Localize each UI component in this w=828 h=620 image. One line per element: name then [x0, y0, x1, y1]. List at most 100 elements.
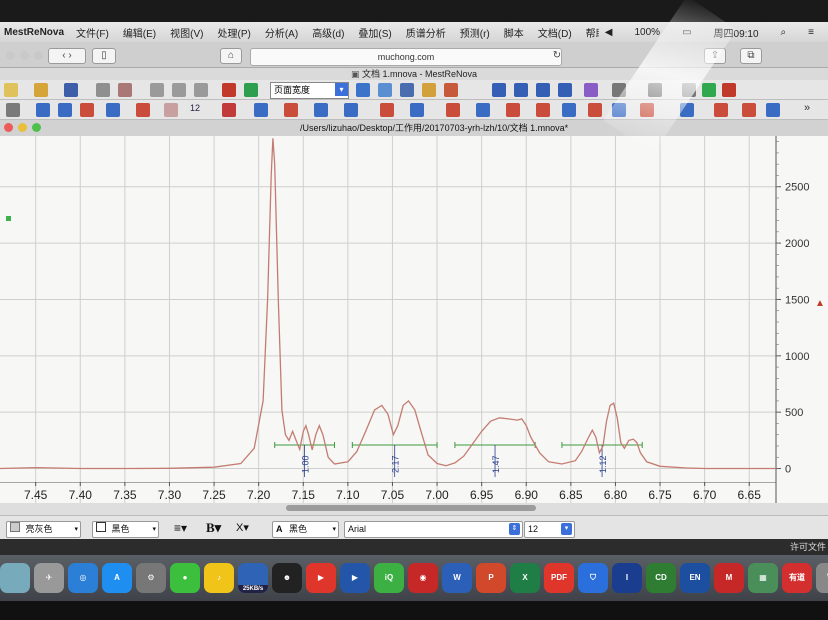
tabs-icon[interactable]: ⧉ — [740, 48, 762, 64]
eraser-icon[interactable] — [80, 103, 94, 117]
align-icon[interactable]: ≡▾ — [174, 521, 187, 535]
launchpad-icon[interactable]: ✈ — [34, 563, 64, 593]
nav-icon[interactable] — [766, 103, 780, 117]
menu-analysis[interactable]: 分析(A) — [265, 25, 298, 40]
finder-icon[interactable] — [0, 563, 30, 593]
cursor-icon[interactable] — [444, 83, 458, 97]
export-icon[interactable] — [118, 83, 132, 97]
number-label[interactable]: 12 — [190, 103, 200, 113]
assignment-icon[interactable] — [536, 103, 550, 117]
address-bar[interactable]: muchong.com — [250, 48, 562, 66]
endnote-icon[interactable]: EN — [680, 563, 710, 593]
font-color-select[interactable]: A 黑色 ▾ — [272, 521, 339, 538]
photos-icon[interactable]: ▦ — [748, 563, 778, 593]
safari-icon[interactable]: ◎ — [68, 563, 98, 593]
minimize-window-button[interactable] — [20, 51, 29, 60]
sidebar-toggle-button[interactable]: ▯ — [92, 48, 116, 64]
menu-edit[interactable]: 编辑(E) — [123, 25, 156, 40]
iqiyi-icon[interactable]: iQ — [374, 563, 404, 593]
wechat-icon[interactable]: ● — [170, 563, 200, 593]
zoom-window-button[interactable] — [34, 51, 43, 60]
select-arrow-icon[interactable] — [6, 103, 20, 117]
minimize-document-button[interactable] — [18, 123, 27, 132]
menu-script[interactable]: 脚本 — [504, 25, 524, 40]
selection-handle[interactable] — [6, 216, 11, 221]
baseline-correct-icon[interactable] — [344, 103, 358, 117]
baseline-icon[interactable] — [558, 83, 572, 97]
trash-icon[interactable]: 🗑 — [816, 563, 828, 593]
phase-icon[interactable] — [254, 103, 268, 117]
media-icon[interactable]: ▶ — [340, 563, 370, 593]
font-select[interactable]: Arial ⇕ — [344, 521, 523, 538]
shield-icon[interactable]: ⛉ — [578, 563, 608, 593]
copy-icon[interactable] — [172, 83, 186, 97]
arrow-tool-icon[interactable] — [36, 103, 50, 117]
color-tool-icon[interactable] — [222, 103, 236, 117]
pan-icon[interactable] — [422, 83, 436, 97]
nmr-predict-icon[interactable] — [588, 103, 602, 117]
home-icon[interactable]: ⌂ — [220, 48, 242, 64]
video-player-icon[interactable]: ▶ — [306, 563, 336, 593]
print-icon[interactable] — [96, 83, 110, 97]
line-color-select[interactable]: 黑色 ▾ — [92, 521, 159, 538]
fit-peaks-icon[interactable] — [476, 103, 490, 117]
line-tool-icon[interactable] — [58, 103, 72, 117]
battery-indicator[interactable]: 100% — [634, 27, 660, 38]
scrollbar-thumb[interactable] — [286, 505, 536, 511]
paste-icon[interactable] — [194, 83, 208, 97]
menu-mass[interactable]: 质谱分析 — [406, 25, 446, 40]
crosshair-icon[interactable] — [584, 83, 598, 97]
zoom-out-icon[interactable] — [400, 83, 414, 97]
deconvolution-icon[interactable] — [506, 103, 520, 117]
horizontal-scrollbar[interactable] — [0, 503, 828, 515]
redo-icon[interactable] — [244, 83, 258, 97]
mass-icon[interactable] — [742, 103, 756, 117]
cut-icon[interactable] — [150, 83, 164, 97]
font-size-select[interactable]: 12 ▾ — [524, 521, 575, 538]
chemoffice-icon[interactable]: I — [612, 563, 642, 593]
close-window-button[interactable] — [6, 51, 15, 60]
pdf-icon[interactable]: PDF — [544, 563, 574, 593]
zoom-select[interactable]: 页面宽度 ▾ — [270, 82, 349, 99]
zoom-in-icon[interactable] — [378, 83, 392, 97]
save-icon[interactable] — [64, 83, 78, 97]
reload-icon[interactable]: ↻ — [551, 49, 563, 63]
stop-icon[interactable] — [722, 83, 736, 97]
apodization-icon[interactable] — [284, 103, 298, 117]
new-document-icon[interactable] — [4, 83, 18, 97]
app-store-icon[interactable]: A — [102, 563, 132, 593]
volume-icon[interactable]: ◀ — [605, 27, 613, 38]
undo-icon[interactable] — [222, 83, 236, 97]
powerpoint-icon[interactable]: P — [476, 563, 506, 593]
search-icon[interactable]: ⌕ — [781, 27, 787, 38]
menu-view[interactable]: 视图(V) — [170, 25, 203, 40]
music-player-icon[interactable]: ◉ — [408, 563, 438, 593]
menu-document[interactable]: 文档(D) — [538, 25, 572, 40]
bold-button[interactable]: B▾ — [206, 520, 221, 536]
peak-pick-icon[interactable] — [492, 83, 506, 97]
play-icon[interactable] — [702, 83, 716, 97]
multiplet-analysis-icon[interactable] — [410, 103, 424, 117]
subscript-button[interactable]: X▾ — [236, 521, 249, 534]
close-document-button[interactable] — [4, 123, 13, 132]
menu-advanced[interactable]: 高级(d) — [312, 25, 344, 40]
multiplet-icon[interactable] — [514, 83, 528, 97]
youdao-icon[interactable]: 有道 — [782, 563, 812, 593]
back-forward-buttons[interactable]: ‹ › — [48, 48, 86, 64]
notification-icon[interactable]: ≡ — [808, 27, 814, 38]
qq-music-icon[interactable]: ♪ — [204, 563, 234, 593]
integration-icon[interactable] — [446, 103, 460, 117]
fill-color-select[interactable]: 亮灰色 ▾ — [6, 521, 81, 538]
spectrum-panel[interactable]: 2500 2000 1500 1000 500 0 1.00 2.17 1.47 1.12 ▲ — [0, 136, 828, 508]
menu-process[interactable]: 处理(P) — [218, 25, 251, 40]
download-app-icon[interactable]: 25KB/s — [238, 563, 268, 593]
mestrenova-icon[interactable]: M — [714, 563, 744, 593]
shape-tool-icon[interactable] — [106, 103, 120, 117]
molecule-icon[interactable] — [136, 103, 150, 117]
menu-predict[interactable]: 预测(r) — [460, 25, 490, 40]
menu-file[interactable]: 文件(F) — [76, 25, 109, 40]
menu-stack[interactable]: 叠加(S) — [358, 25, 391, 40]
excel-icon[interactable]: X — [510, 563, 540, 593]
chemdraw-icon[interactable]: CD — [646, 563, 676, 593]
toolbar-overflow-icon[interactable]: » — [804, 102, 810, 114]
